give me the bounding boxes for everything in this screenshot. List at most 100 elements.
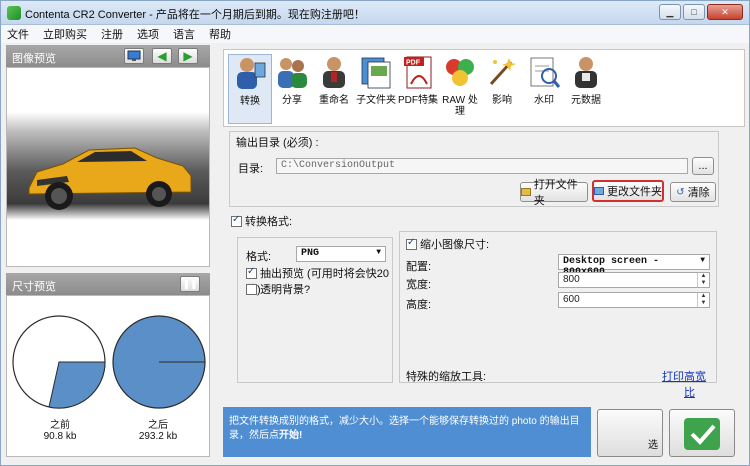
clear-label: 清除 [687, 187, 710, 199]
hint-bold: 开始! [279, 430, 303, 441]
size-preview-header: 尺寸预览 ❚❚ [6, 273, 210, 295]
menu-language[interactable]: 语言 [173, 26, 195, 42]
output-dir-field[interactable]: C:\ConversionOutput [276, 158, 688, 174]
clear-button[interactable]: ↺ 清除 [670, 182, 716, 202]
folder-icon [521, 188, 531, 196]
print-link[interactable]: 打印 [662, 368, 684, 384]
change-folder-label: 更改文件夹 [607, 186, 662, 198]
metadata-icon [575, 57, 597, 88]
resize-group: 缩小图像尺寸: 配置: Desktop screen - 800x600 ▼ 宽… [399, 231, 717, 399]
tool-watermark-label: 水印 [534, 95, 554, 106]
minimize-button[interactable]: ▁ [659, 4, 681, 20]
output-dir-group: 输出目录 (必须) : 目录: C:\ConversionOutput ... … [229, 131, 719, 207]
convert-icon [237, 58, 266, 89]
image-preview-title: 图像预览 [12, 53, 56, 65]
height-spinner[interactable]: ▲ ▼ [697, 293, 709, 307]
left-panel: 图像预览 ◀ ▶ 尺寸预览 ❚❚ 之前 90.8 kb 之后 293.2 kb [6, 45, 210, 465]
menu-options[interactable]: 选项 [137, 26, 159, 42]
tool-rename[interactable]: 重命名 [312, 54, 356, 124]
config-label: 配置: [406, 261, 432, 273]
special-tools-label: 特殊的缩放工具: [406, 371, 487, 383]
transparent-bg-checkbox[interactable] [246, 284, 257, 295]
aspect-ratio-link[interactable]: 高宽比 [684, 368, 716, 400]
chevron-down-icon: ▼ [700, 256, 705, 265]
format-group: 格式: PNG ▼ 抽出预览 (可用时将会快20倍) 透明背景? [237, 237, 393, 383]
tool-pdf[interactable]: PDF PDF特集 [396, 54, 440, 124]
previous-image-button[interactable]: ◀ [152, 48, 172, 64]
maximize-button[interactable]: □ [683, 4, 705, 20]
pause-button[interactable]: ❚❚ [180, 276, 200, 292]
height-value: 600 [563, 294, 580, 305]
pdf-icon: PDF [404, 56, 432, 89]
menu-help[interactable]: 帮助 [209, 26, 231, 42]
menu-register[interactable]: 注册 [101, 26, 123, 42]
browse-button[interactable]: ... [692, 157, 714, 175]
tool-bar: 转换 分享 重命名 子文件夹 PDF PDF特集 RAW 处理 影响 水印 元数… [223, 49, 745, 127]
go-button[interactable] [669, 409, 735, 457]
width-input[interactable]: 800 ▲ ▼ [558, 272, 710, 288]
tool-subfolder[interactable]: 子文件夹 [354, 54, 398, 124]
transparent-bg-option[interactable]: 透明背景? [246, 281, 310, 297]
menu-buy[interactable]: 立即购买 [43, 26, 87, 42]
right-panel: 转换 分享 重命名 子文件夹 PDF PDF特集 RAW 处理 影响 水印 元数… [223, 45, 747, 465]
start-button-label: 选 [648, 440, 658, 451]
tool-convert-label: 转换 [240, 96, 260, 107]
before-size: 90.8 kb [43, 431, 77, 442]
config-select[interactable]: Desktop screen - 800x600 ▼ [558, 254, 710, 278]
tool-raw-label: RAW 处理 [442, 95, 478, 117]
effects-icon [489, 58, 516, 86]
tool-raw[interactable]: RAW 处理 [438, 54, 482, 124]
width-spinner[interactable]: ▲ ▼ [697, 273, 709, 287]
car-preview-image [7, 112, 209, 220]
menu-bar: 文件 立即购买 注册 选项 语言 帮助 [1, 25, 749, 43]
folder-icon [594, 187, 604, 195]
svg-text:PDF: PDF [406, 60, 421, 67]
arrow-left-icon: ◀ [157, 49, 167, 63]
title-bar: Contenta CR2 Converter - 产品将在一个月期后到期。现在购… [1, 1, 749, 25]
raw-icon [446, 59, 474, 86]
menu-file[interactable]: 文件 [7, 26, 29, 42]
tool-rename-label: 重命名 [319, 95, 349, 106]
open-folder-button[interactable]: 打开文件夹 [520, 179, 588, 207]
share-icon [278, 58, 307, 88]
tool-share[interactable]: 分享 [270, 54, 314, 124]
size-preview-title: 尺寸预览 [12, 281, 56, 293]
app-window: Contenta CR2 Converter - 产品将在一个月期后到期。现在购… [0, 0, 750, 466]
output-dir-group-label: 输出目录 (必须) : [236, 137, 319, 149]
change-folder-button[interactable]: 更改文件夹 [592, 180, 664, 202]
before-label-group: 之前 90.8 kb [15, 420, 105, 442]
start-button[interactable]: 选 [597, 409, 663, 457]
view-image-button[interactable] [124, 48, 144, 64]
check-arrow-icon [684, 418, 720, 450]
tool-effects[interactable]: 影响 [480, 54, 524, 124]
height-label: 高度: [406, 299, 432, 311]
format-select[interactable]: PNG ▼ [296, 246, 386, 262]
size-before-pie [12, 315, 106, 409]
next-image-button[interactable]: ▶ [178, 48, 198, 64]
close-button[interactable]: ✕ [707, 4, 743, 20]
tool-convert[interactable]: 转换 [228, 54, 272, 124]
resize-toggle[interactable]: 缩小图像尺寸: [406, 236, 489, 252]
width-value: 800 [563, 274, 580, 285]
tool-effects-label: 影响 [492, 95, 512, 106]
format-label: 格式: [246, 251, 272, 263]
tool-subfolder-label: 子文件夹 [356, 95, 396, 106]
size-after-pie [112, 315, 206, 409]
app-logo-icon [7, 6, 21, 20]
chevron-down-icon: ▼ [376, 248, 381, 257]
image-preview-header: 图像预览 ◀ ▶ [6, 45, 210, 67]
convert-format-label: 转换格式: [245, 216, 293, 228]
subfolder-icon [361, 57, 391, 89]
window-title: Contenta CR2 Converter - 产品将在一个月期后到期。现在购… [25, 9, 365, 21]
convert-format-checkbox[interactable] [231, 214, 242, 227]
after-size: 293.2 kb [138, 431, 178, 442]
resize-checkbox[interactable] [406, 237, 417, 250]
tool-metadata[interactable]: 元数据 [564, 54, 608, 124]
tool-watermark[interactable]: 水印 [522, 54, 566, 124]
extract-preview-checkbox[interactable] [246, 266, 257, 279]
tool-pdf-label: PDF特集 [398, 95, 438, 106]
height-input[interactable]: 600 ▲ ▼ [558, 292, 710, 308]
dir-label: 目录: [238, 163, 264, 175]
watermark-icon [530, 57, 561, 88]
convert-format-toggle[interactable]: 转换格式: [231, 213, 292, 229]
